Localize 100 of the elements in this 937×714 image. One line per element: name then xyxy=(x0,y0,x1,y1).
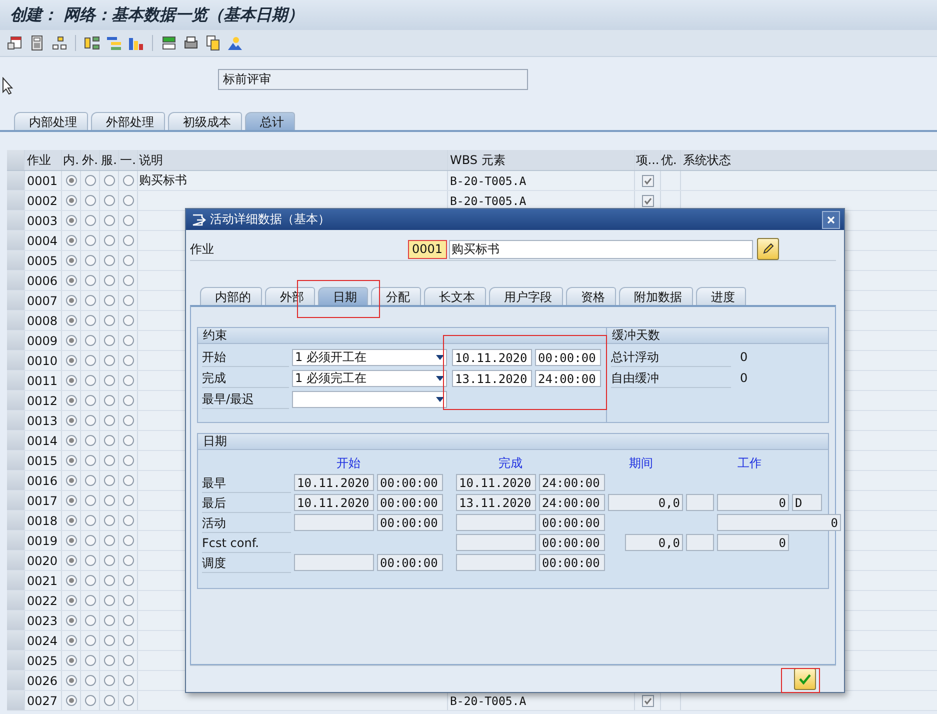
radio-button[interactable] xyxy=(104,595,114,606)
radio-button[interactable] xyxy=(122,335,134,346)
radio-button[interactable] xyxy=(66,455,76,466)
radio-button[interactable] xyxy=(104,495,114,506)
radio-button[interactable] xyxy=(122,395,134,406)
network-icon[interactable] xyxy=(51,35,67,51)
radio-button[interactable] xyxy=(122,515,134,526)
printer-icon[interactable] xyxy=(183,35,199,51)
radio-button[interactable] xyxy=(104,515,114,526)
radio-button[interactable] xyxy=(84,515,96,526)
radio-button[interactable] xyxy=(104,475,114,486)
radio-button[interactable] xyxy=(84,375,96,386)
radio-button[interactable] xyxy=(84,295,96,306)
tab[interactable]: 内部的 xyxy=(200,287,262,305)
column-header[interactable]: 说明 xyxy=(138,150,448,170)
radio-button[interactable] xyxy=(122,475,134,486)
dropdown[interactable]: 1 必须完工在 xyxy=(292,370,447,386)
input-field[interactable]: 00:00:00 xyxy=(539,534,605,551)
radio-button[interactable] xyxy=(66,195,76,206)
tab[interactable]: 分配 xyxy=(371,287,421,305)
radio-button[interactable] xyxy=(84,175,96,186)
copy-icon[interactable] xyxy=(205,35,221,51)
tab[interactable]: 总计 xyxy=(245,112,295,130)
radio-button[interactable] xyxy=(66,595,76,606)
radio-button[interactable] xyxy=(104,395,114,406)
radio-button[interactable] xyxy=(122,275,134,286)
radio-button[interactable] xyxy=(84,675,96,686)
radio-button[interactable] xyxy=(84,615,96,626)
radio-button[interactable] xyxy=(104,435,114,446)
radio-button[interactable] xyxy=(122,615,134,626)
column-header[interactable]: 项... xyxy=(635,150,661,170)
radio-button[interactable] xyxy=(66,475,76,486)
bars-icon[interactable] xyxy=(128,35,144,51)
column-header[interactable]: 系统状态 xyxy=(681,150,931,170)
radio-button[interactable] xyxy=(66,175,76,186)
radio-button[interactable] xyxy=(84,275,96,286)
activity-text-field[interactable]: 购买标书 xyxy=(448,240,753,258)
radio-button[interactable] xyxy=(66,695,76,706)
input-field[interactable]: 13.11.2020 xyxy=(456,494,536,511)
dropdown[interactable]: 1 必须开工在 xyxy=(292,348,447,366)
radio-button[interactable] xyxy=(122,495,134,506)
radio-button[interactable] xyxy=(84,475,96,486)
radio-button[interactable] xyxy=(104,455,114,466)
radio-button[interactable] xyxy=(104,355,114,366)
radio-button[interactable] xyxy=(84,355,96,366)
radio-button[interactable] xyxy=(66,335,76,346)
radio-button[interactable] xyxy=(122,195,134,206)
radio-button[interactable] xyxy=(66,375,76,386)
input-field[interactable]: 00:00:00 xyxy=(539,514,605,531)
input-field[interactable] xyxy=(456,534,536,551)
radio-button[interactable] xyxy=(122,555,134,566)
radio-button[interactable] xyxy=(66,655,76,666)
input-field[interactable] xyxy=(686,494,714,511)
column-header[interactable]: WBS 元素 xyxy=(448,150,635,170)
radio-button[interactable] xyxy=(122,235,134,246)
input-field[interactable] xyxy=(294,514,374,531)
calculator-icon[interactable] xyxy=(29,35,45,51)
radio-button[interactable] xyxy=(104,335,114,346)
radio-button[interactable] xyxy=(84,335,96,346)
radio-button[interactable] xyxy=(84,595,96,606)
radio-button[interactable] xyxy=(122,355,134,366)
radio-button[interactable] xyxy=(84,195,96,206)
confirm-button[interactable] xyxy=(794,668,816,690)
tab[interactable]: 附加数据 xyxy=(619,287,693,305)
checkbox[interactable] xyxy=(642,694,654,706)
radio-button[interactable] xyxy=(84,255,96,266)
input-field[interactable]: 00:00:00 xyxy=(377,474,443,491)
tab[interactable]: 初级成本 xyxy=(168,112,242,130)
radio-button[interactable] xyxy=(84,635,96,646)
radio-button[interactable] xyxy=(104,195,114,206)
radio-button[interactable] xyxy=(66,255,76,266)
time-field[interactable]: 00:00:00 xyxy=(535,348,601,366)
column-header[interactable]: 外. xyxy=(81,150,100,170)
column-header[interactable]: 服. xyxy=(100,150,119,170)
input-field[interactable]: 0,0 xyxy=(625,534,683,551)
radio-button[interactable] xyxy=(122,535,134,546)
column-header[interactable]: 内. xyxy=(62,150,81,170)
radio-button[interactable] xyxy=(66,555,76,566)
tab[interactable]: 外部处理 xyxy=(91,112,165,130)
radio-button[interactable] xyxy=(104,175,114,186)
landscape-icon[interactable] xyxy=(227,35,243,51)
radio-button[interactable] xyxy=(104,695,114,706)
radio-button[interactable] xyxy=(122,635,134,646)
radio-button[interactable] xyxy=(66,235,76,246)
input-field[interactable]: 00:00:00 xyxy=(377,514,443,531)
radio-button[interactable] xyxy=(122,215,134,226)
radio-button[interactable] xyxy=(84,215,96,226)
checkbox[interactable] xyxy=(642,174,654,186)
radio-button[interactable] xyxy=(104,255,114,266)
input-field[interactable] xyxy=(456,514,536,531)
text-field[interactable]: 标前评审 xyxy=(218,69,528,90)
time-field[interactable]: 24:00:00 xyxy=(535,370,601,386)
radio-button[interactable] xyxy=(122,675,134,686)
input-field[interactable] xyxy=(456,554,536,571)
input-field[interactable]: 24:00:00 xyxy=(539,494,605,511)
checkbox[interactable] xyxy=(642,194,654,206)
radio-button[interactable] xyxy=(66,575,76,586)
radio-button[interactable] xyxy=(66,215,76,226)
edit-button[interactable] xyxy=(756,238,779,260)
radio-button[interactable] xyxy=(122,595,134,606)
